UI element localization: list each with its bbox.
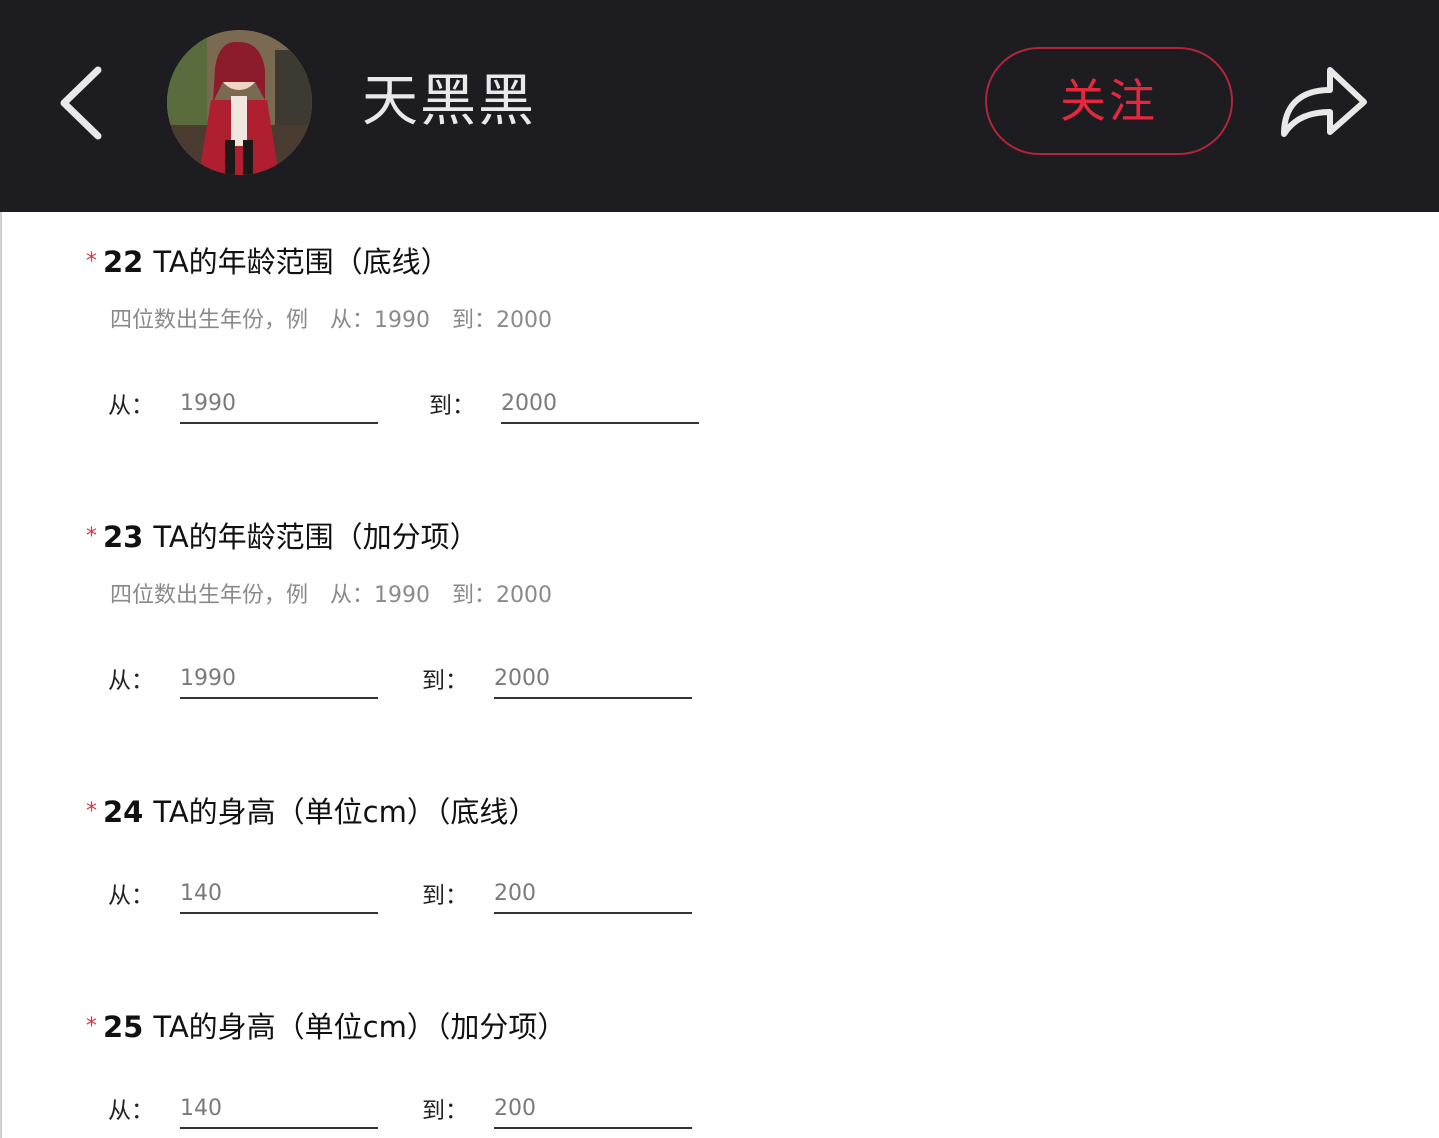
question-title: * 23 TA的年龄范围（加分项） [86,517,479,561]
to-label: 到： [429,393,475,419]
from-label: 从： [108,393,154,419]
to-input[interactable]: 2000 [501,386,699,424]
avatar-image [167,30,312,175]
from-input[interactable]: 1990 [180,661,378,699]
from-input[interactable]: 1990 [180,386,378,424]
range-row: 从： 1990 到： 2000 [2,386,802,426]
question-number: 22 [103,245,144,279]
question-title: * 24 TA的身高（单位cm）（底线） [86,792,537,836]
to-input[interactable]: 2000 [494,661,692,699]
chevron-left-icon [60,66,102,140]
from-input[interactable]: 140 [180,1091,378,1129]
question-number: 24 [103,795,144,829]
from-label: 从： [108,883,154,909]
question-text: TA的年龄范围（底线） [153,245,450,279]
question-text: TA的身高（单位cm）（底线） [153,795,538,829]
question-text: TA的身高（单位cm）（加分项） [153,1010,567,1044]
follow-button[interactable]: 关注 [985,47,1233,155]
range-row: 从： 140 到： 200 [2,1091,802,1131]
required-marker: * [86,524,97,549]
required-marker: * [86,1014,97,1039]
question-title: * 22 TA的年龄范围（底线） [86,242,450,286]
question-number: 25 [103,1010,144,1044]
question-text: TA的年龄范围（加分项） [153,520,479,554]
share-button[interactable] [1274,58,1374,148]
question-hint: 四位数出生年份，例 从：1990 到：2000 [110,583,552,608]
top-bar: 天黑黑 关注 [0,0,1439,212]
from-input[interactable]: 140 [180,876,378,914]
question-hint: 四位数出生年份，例 从：1990 到：2000 [110,308,552,333]
from-label: 从： [108,1098,154,1124]
to-input[interactable]: 200 [494,1091,692,1129]
to-label: 到： [422,1098,468,1124]
share-arrow-icon [1281,67,1367,137]
questionnaire-content: * 22 TA的年龄范围（底线） 四位数出生年份，例 从：1990 到：2000 从… [0,212,1439,1138]
to-input[interactable]: 200 [494,876,692,914]
required-marker: * [86,249,97,274]
to-label: 到： [422,668,468,694]
question-title: * 25 TA的身高（单位cm）（加分项） [86,1007,566,1051]
username: 天黑黑 [362,69,536,134]
to-label: 到： [422,883,468,909]
back-button[interactable] [50,58,120,148]
from-label: 从： [108,668,154,694]
question-number: 23 [103,520,144,554]
range-row: 从： 1990 到： 2000 [2,661,802,701]
avatar[interactable] [167,30,312,175]
range-row: 从： 140 到： 200 [2,876,802,916]
required-marker: * [86,799,97,824]
